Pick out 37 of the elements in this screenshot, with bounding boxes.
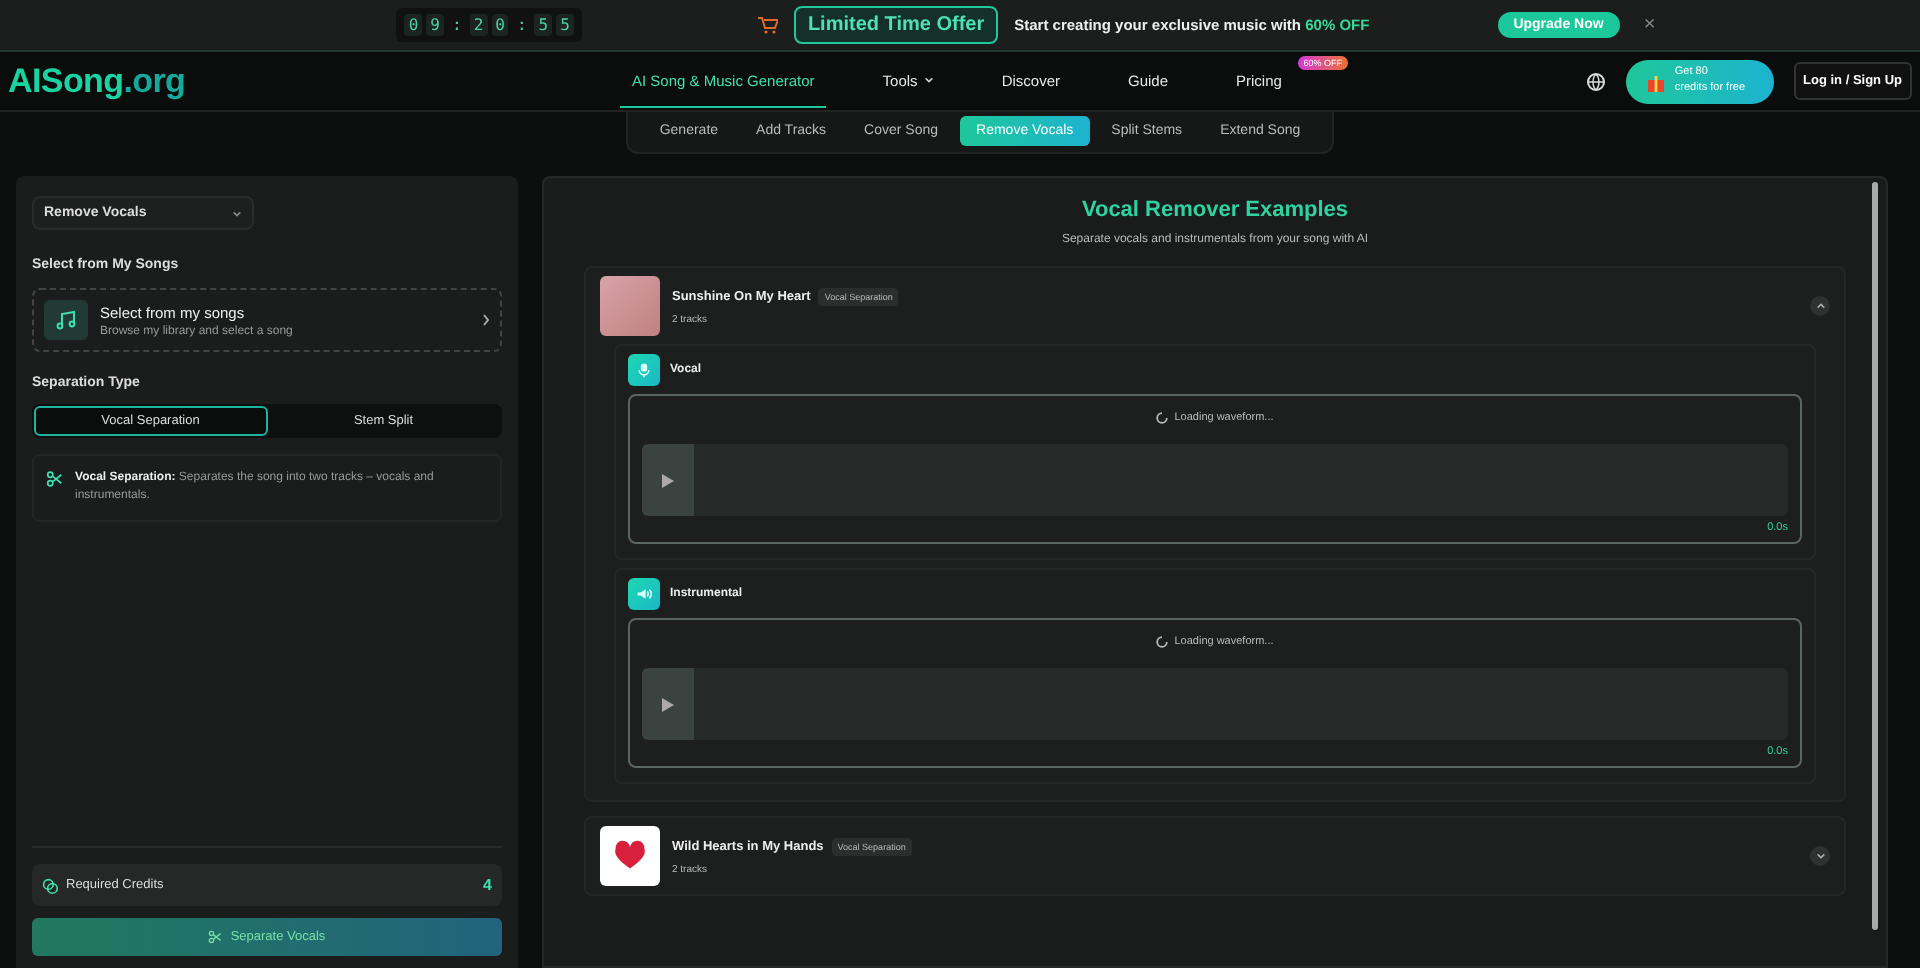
play-icon (662, 697, 674, 711)
chevron-down-icon (232, 209, 242, 217)
spinner-icon (1156, 636, 1169, 648)
timer-digit: 2 (469, 14, 488, 36)
scissors-icon (208, 930, 223, 944)
logo[interactable]: AISong.org (8, 61, 620, 101)
chevron-down-icon (1815, 852, 1825, 860)
play-button[interactable] (642, 668, 694, 740)
timer-digit: : (514, 14, 529, 36)
expand-button[interactable] (1810, 846, 1830, 866)
offer-badge: Limited Time Offer (793, 6, 999, 44)
play-button[interactable] (642, 444, 694, 516)
speaker-icon (636, 586, 652, 602)
timer-digit: 9 (426, 14, 444, 36)
play-icon (662, 473, 674, 487)
spinner-icon (1156, 412, 1169, 424)
coins-icon (42, 877, 58, 893)
examples-title: Vocal Remover Examples (1079, 198, 1351, 222)
globe-icon[interactable] (1586, 71, 1607, 91)
timer-digit: 5 (556, 14, 574, 36)
gift-icon (1646, 71, 1667, 91)
credits-value: 4 (483, 876, 492, 894)
chevron-down-icon (923, 76, 934, 84)
timer-digit: 5 (534, 14, 553, 36)
cart-icon (757, 16, 778, 34)
photo-placeholder (600, 276, 660, 336)
chevron-up-icon (1815, 302, 1825, 310)
timer-digit: : (449, 14, 464, 36)
music-note-icon (44, 300, 88, 340)
microphone-icon (636, 362, 652, 378)
heart-cover (600, 826, 660, 886)
close-button[interactable]: × (1635, 14, 1664, 36)
timer-digit: 0 (491, 14, 509, 36)
collapse-button[interactable] (1810, 296, 1830, 316)
chevron-right-icon (482, 314, 490, 326)
scissors-icon (46, 470, 64, 488)
timer-digit: 0 (404, 14, 423, 36)
